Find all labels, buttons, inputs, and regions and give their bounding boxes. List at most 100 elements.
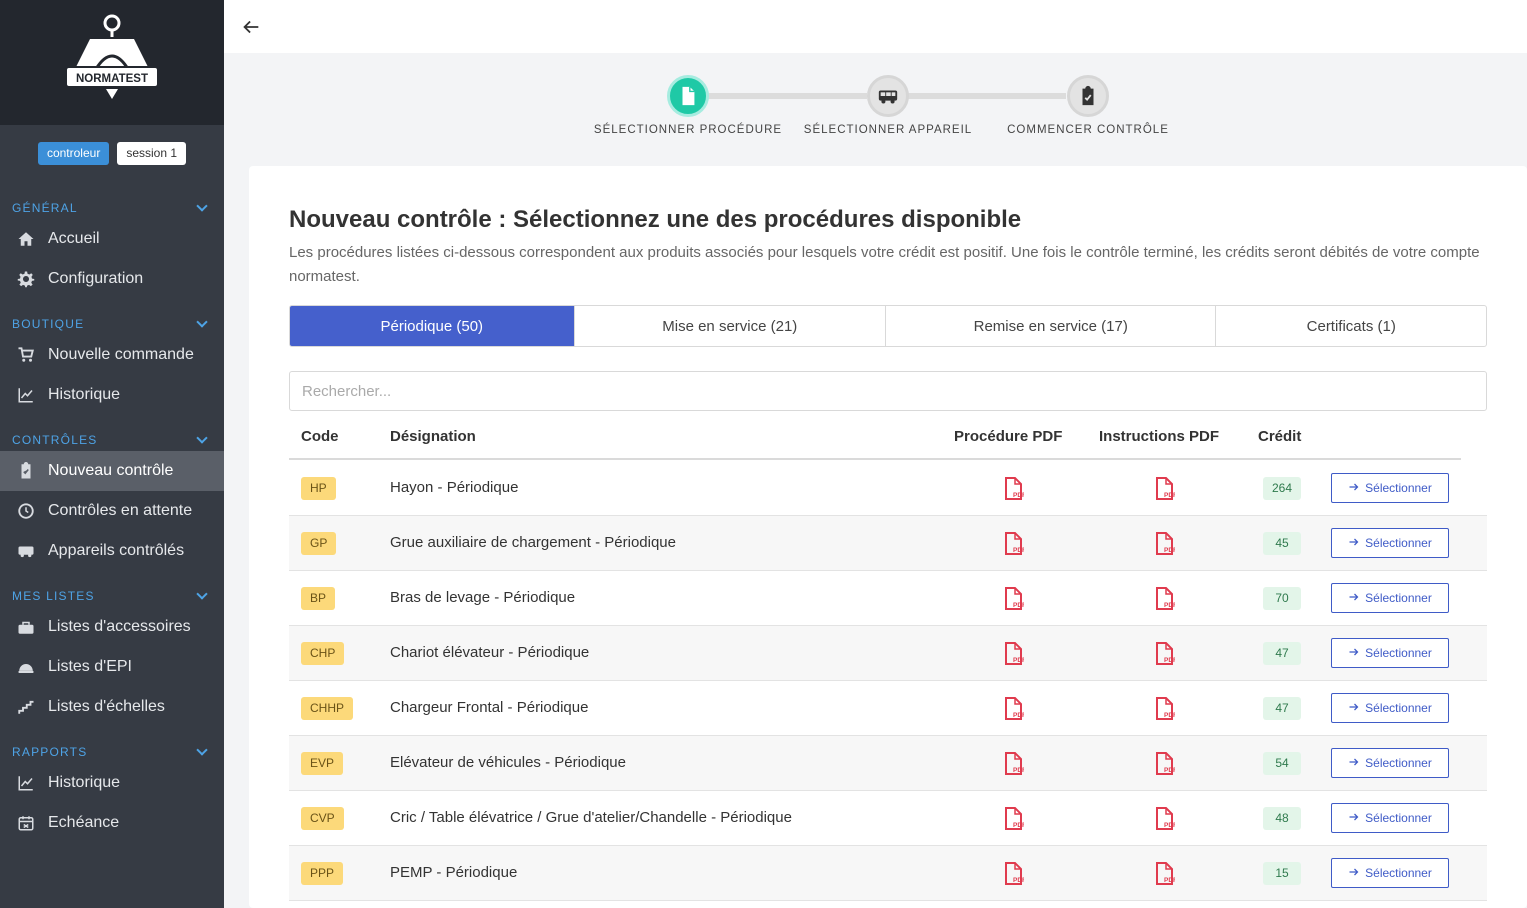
svg-text:PDF: PDF [1164,822,1175,829]
search-input[interactable] [289,371,1487,411]
page-title: Nouveau contrôle : Sélectionnez une des … [289,206,1022,233]
sidebar-item[interactable]: Listes d'accessoires [0,607,224,647]
normatest-logo-icon: NORMATEST [65,14,159,99]
designation-text: Cric / Table élévatrice / Grue d'atelier… [390,809,792,826]
stepper-step: COMMENCER CONTRÔLE [988,75,1188,136]
arrow-right-icon [1348,756,1360,771]
sidebar-item[interactable]: Listes d'échelles [0,687,224,727]
sidebar-nav: GÉNÉRAL Accueil Configuration BOUTIQUE Nouve… [0,197,224,857]
sidebar-section-header[interactable]: MES LISTES [0,585,224,607]
sidebar-item[interactable]: Nouveau contrôle [0,451,224,491]
procedure-pdf-icon[interactable]: PDF [1002,587,1026,611]
sidebar-section-title: MES LISTES [12,589,95,603]
code-badge: PPP [301,862,344,885]
select-button[interactable]: Sélectionner [1331,528,1449,558]
instructions-pdf-icon[interactable]: PDF [1153,862,1177,886]
sidebar-item[interactable]: Appareils contrôlés [0,531,224,571]
select-button-label: Sélectionner [1365,591,1432,605]
arrow-right-icon [1348,646,1360,661]
code-badge: GP [301,532,337,555]
svg-text:PDF: PDF [1164,767,1175,774]
select-button-label: Sélectionner [1365,866,1432,880]
column-code: Code [301,428,339,445]
sidebar-item-label: Historique [48,774,121,791]
arrow-right-icon [1348,481,1360,496]
logo[interactable]: NORMATEST [0,0,224,125]
designation-text: PEMP - Périodique [390,864,518,881]
designation-text: Hayon - Périodique [390,479,519,496]
svg-text:PDF: PDF [1013,492,1024,499]
sidebar-item[interactable]: Configuration [0,259,224,299]
instructions-pdf-icon[interactable]: PDF [1153,587,1177,611]
select-button[interactable]: Sélectionner [1331,693,1449,723]
table-header: Code Désignation Procédure PDF Instructi… [289,416,1461,460]
procedure-pdf-icon[interactable]: PDF [1002,477,1026,501]
back-arrow-icon[interactable] [240,16,262,38]
sidebar-section-title: BOUTIQUE [12,317,85,331]
table-row: EVP Elévateur de véhicules - Périodique PD… [289,736,1487,791]
toolbox-icon [16,617,36,637]
designation-text: Bras de levage - Périodique [390,589,576,606]
code-badge: CHHP [301,697,354,720]
select-button[interactable]: Sélectionner [1331,473,1449,503]
instructions-pdf-icon[interactable]: PDF [1153,807,1177,831]
procedure-pdf-icon[interactable]: PDF [1002,697,1026,721]
truck-icon [16,541,36,561]
instructions-pdf-icon[interactable]: PDF [1153,697,1177,721]
procedure-tab[interactable]: Périodique (50) [290,306,574,346]
instructions-pdf-icon[interactable]: PDF [1153,477,1177,501]
procedure-table: HP Hayon - Périodique PDF PDF 264 Sélectionne… [289,461,1487,901]
svg-text:PDF: PDF [1013,657,1024,664]
select-button[interactable]: Sélectionner [1331,583,1449,613]
select-button[interactable]: Sélectionner [1331,638,1449,668]
sidebar-item-label: Listes d'accessoires [48,618,191,635]
sidebar-section-header[interactable]: RAPPORTS [0,741,224,763]
session-badge: session 1 [117,142,187,165]
procedure-pdf-icon[interactable]: PDF [1002,807,1026,831]
sidebar-item[interactable]: Historique [0,763,224,803]
sidebar-section-header[interactable]: CONTRÔLES [0,429,224,451]
procedure-pdf-icon[interactable]: PDF [1002,752,1026,776]
instructions-pdf-icon[interactable]: PDF [1153,752,1177,776]
credit-badge: 15 [1263,862,1301,885]
select-button-label: Sélectionner [1365,646,1432,660]
table-row: CHHP Chargeur Frontal - Périodique PDF PDF 4… [289,681,1487,736]
chevron-down-icon [196,588,208,600]
select-button[interactable]: Sélectionner [1331,803,1449,833]
code-badge: EVP [301,752,344,775]
procedure-pdf-icon[interactable]: PDF [1002,862,1026,886]
procedure-pdf-icon[interactable]: PDF [1002,532,1026,556]
procedure-tab[interactable]: Mise en service (21) [573,306,885,346]
procedure-tab[interactable]: Remise en service (17) [885,306,1215,346]
svg-text:PDF: PDF [1013,547,1024,554]
sidebar-item[interactable]: Echéance [0,803,224,843]
procedure-pdf-icon[interactable]: PDF [1002,642,1026,666]
sidebar-item-label: Configuration [48,270,144,287]
instructions-pdf-icon[interactable]: PDF [1153,532,1177,556]
sidebar-item[interactable]: Listes d'EPI [0,647,224,687]
select-button[interactable]: Sélectionner [1331,858,1449,888]
sidebar-item[interactable]: Historique [0,375,224,415]
credit-badge: 45 [1263,532,1301,555]
sidebar-section-header[interactable]: BOUTIQUE [0,313,224,335]
cart-icon [16,345,36,365]
select-button[interactable]: Sélectionner [1331,748,1449,778]
arrow-right-icon [1348,701,1360,716]
table-row: CHP Chariot élévateur - Périodique PDF PDF 4… [289,626,1487,681]
procedure-tabs: Périodique (50) Mise en service (21) Remis… [289,305,1487,347]
sidebar-item[interactable]: Contrôles en attente [0,491,224,531]
arrow-right-icon [1348,866,1360,881]
select-button-label: Sélectionner [1365,536,1432,550]
page-description: Les procédures listées ci-dessous corres… [289,244,1480,285]
procedure-tab[interactable]: Certificats (1) [1215,306,1486,346]
svg-text:PDF: PDF [1013,602,1024,609]
chart-line-icon [16,385,36,405]
sidebar-section-header[interactable]: GÉNÉRAL [0,197,224,219]
select-button-label: Sélectionner [1365,701,1432,715]
stepper: SÉLECTIONNER PROCÉDURE SÉLECTIONNER APPAR… [224,53,1527,165]
sidebar-item[interactable]: Accueil [0,219,224,259]
instructions-pdf-icon[interactable]: PDF [1153,642,1177,666]
sidebar-item[interactable]: Nouvelle commande [0,335,224,375]
van-icon [867,75,909,117]
designation-text: Elévateur de véhicules - Périodique [390,754,626,771]
